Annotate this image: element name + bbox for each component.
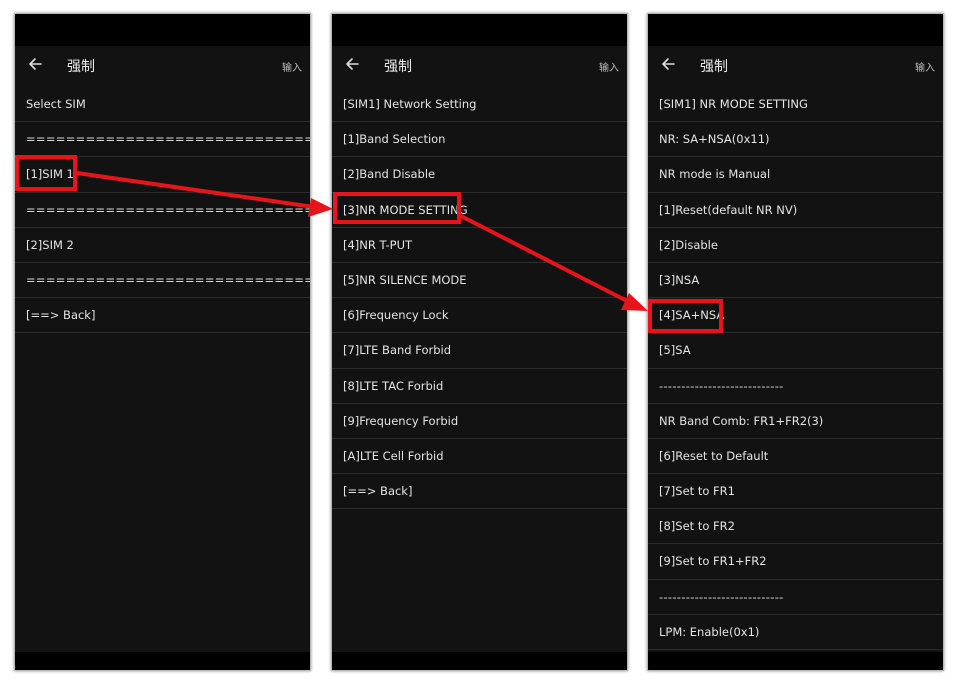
menu-item-back[interactable]: [==> Back] bbox=[15, 298, 310, 334]
app-header: 强制 输入 bbox=[15, 46, 310, 87]
menu-item-lte-tac-forbid[interactable]: [8]LTE TAC Forbid bbox=[332, 369, 627, 404]
menu-item-set-fr2[interactable]: [8]Set to FR2 bbox=[648, 509, 943, 545]
status-bar bbox=[648, 14, 943, 46]
screen-select-sim: 强制 输入 Select SIM =======================… bbox=[14, 13, 311, 671]
back-arrow-icon[interactable] bbox=[27, 56, 43, 72]
nr-mode-text: NR mode is Manual bbox=[648, 157, 943, 193]
menu-item-sa-nsa[interactable]: [4]SA+NSA bbox=[648, 298, 943, 334]
page-title: 强制 bbox=[67, 59, 95, 75]
screen-network-setting: 强制 输入 [SIM1] Network Setting [1]Band Sel… bbox=[331, 13, 628, 671]
menu-item-nsa[interactable]: [3]NSA bbox=[648, 263, 943, 299]
back-arrow-icon[interactable] bbox=[660, 56, 676, 72]
menu-item-band-selection[interactable]: [1]Band Selection bbox=[332, 122, 627, 158]
menu-item-lte-cell-forbid[interactable]: [A]LTE Cell Forbid bbox=[332, 439, 627, 475]
arrow-head-icon bbox=[308, 198, 333, 217]
menu-item-reset-nr-nv[interactable]: [1]Reset(default NR NV) bbox=[648, 193, 943, 228]
lpm-status-text: LPM: Enable(0x1) bbox=[648, 615, 943, 650]
navigation-bar bbox=[648, 652, 943, 670]
list-item: Select SIM bbox=[15, 87, 310, 123]
list-item: [SIM1] Network Setting bbox=[332, 87, 627, 123]
menu-item-back[interactable]: [==> Back] bbox=[332, 474, 627, 510]
separator-line: ============================= bbox=[15, 193, 310, 228]
input-action-button[interactable]: 输入 bbox=[599, 59, 619, 74]
screen-nr-mode-setting: 强制 输入 [SIM1] NR MODE SETTING NR: SA+NSA(… bbox=[647, 13, 944, 671]
menu-item-nr-silence-mode[interactable]: [5]NR SILENCE MODE bbox=[332, 263, 627, 299]
separator-line: ---------------------------- bbox=[648, 580, 943, 615]
app-header: 强制 输入 bbox=[332, 46, 627, 87]
page-title: 强制 bbox=[700, 59, 728, 75]
page-title: 强制 bbox=[384, 59, 412, 75]
menu-item-set-fr1-fr2[interactable]: [9]Set to FR1+FR2 bbox=[648, 544, 943, 580]
menu-item-nr-t-put[interactable]: [4]NR T-PUT bbox=[332, 228, 627, 263]
menu-item-set-fr1[interactable]: [7]Set to FR1 bbox=[648, 474, 943, 510]
menu-item-sim-2[interactable]: [2]SIM 2 bbox=[15, 228, 310, 263]
separator-line: ---------------------------- bbox=[648, 369, 943, 404]
list-item: [SIM1] NR MODE SETTING bbox=[648, 87, 943, 123]
navigation-bar bbox=[15, 652, 310, 670]
menu-item-nr-mode-setting[interactable]: [3]NR MODE SETTING bbox=[332, 193, 627, 228]
separator-line: ============================= bbox=[15, 122, 310, 158]
back-arrow-icon[interactable] bbox=[344, 56, 360, 72]
menu-item-disable[interactable]: [2]Disable bbox=[648, 228, 943, 263]
menu-item-sa[interactable]: [5]SA bbox=[648, 333, 943, 369]
menu-item-reset-default[interactable]: [6]Reset to Default bbox=[648, 439, 943, 475]
app-header: 强制 输入 bbox=[648, 46, 943, 87]
status-bar bbox=[15, 14, 310, 46]
nr-status-text: NR: SA+NSA(0x11) bbox=[648, 122, 943, 158]
navigation-bar bbox=[332, 652, 627, 670]
separator-line: ============================= bbox=[15, 263, 310, 299]
status-bar bbox=[332, 14, 627, 46]
menu-item-band-disable[interactable]: [2]Band Disable bbox=[332, 157, 627, 193]
input-action-button[interactable]: 输入 bbox=[282, 59, 302, 74]
menu-item-lte-band-forbid[interactable]: [7]LTE Band Forbid bbox=[332, 333, 627, 369]
input-action-button[interactable]: 输入 bbox=[915, 59, 935, 74]
menu-item-sim-1[interactable]: [1]SIM 1 bbox=[15, 157, 310, 193]
menu-item-frequency-lock[interactable]: [6]Frequency Lock bbox=[332, 298, 627, 334]
menu-item-frequency-forbid[interactable]: [9]Frequency Forbid bbox=[332, 404, 627, 439]
nr-band-comb-text: NR Band Comb: FR1+FR2(3) bbox=[648, 404, 943, 439]
